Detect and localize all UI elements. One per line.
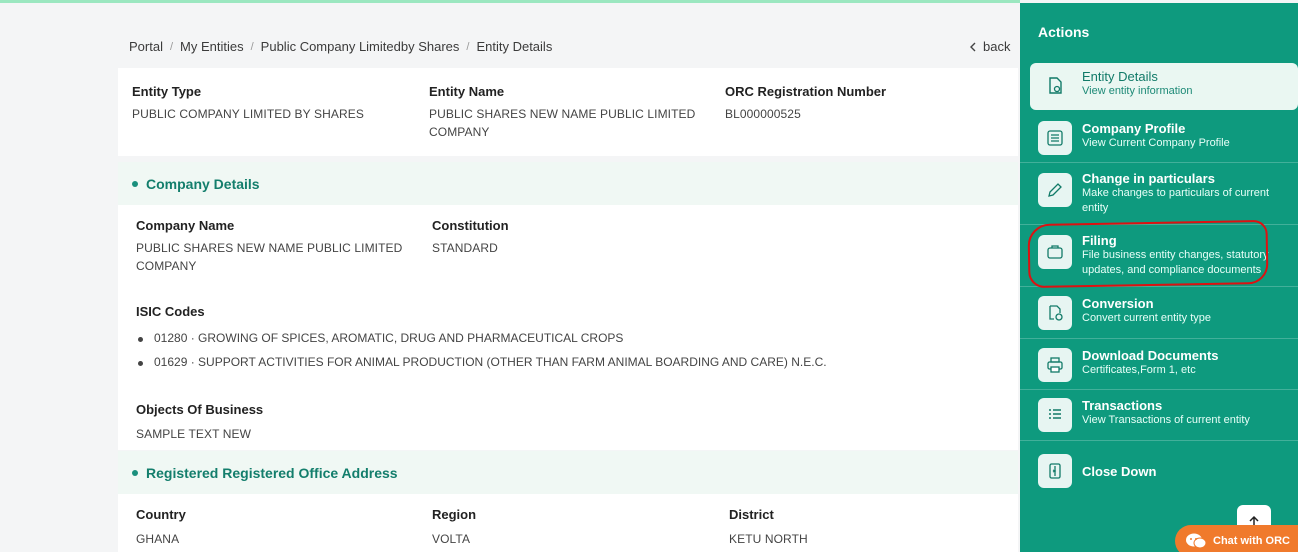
top-accent-line xyxy=(0,0,1020,3)
office-address-header: Registered Registered Office Address xyxy=(118,451,1018,494)
breadcrumb: Portal / My Entities / Public Company Li… xyxy=(129,39,553,54)
action-title: Close Down xyxy=(1082,463,1157,479)
isic-code-list: 01280 · GROWING OF SPICES, AROMATIC, DRU… xyxy=(136,331,996,369)
action-transactions[interactable]: Transactions View Transactions of curren… xyxy=(1020,390,1298,441)
action-description: View Current Company Profile xyxy=(1082,137,1230,149)
actions-heading: Actions xyxy=(1038,24,1090,40)
action-description: Make changes to particulars of current e… xyxy=(1082,187,1270,214)
breadcrumb-current: Entity Details xyxy=(476,39,553,54)
entity-name-value: PUBLIC SHARES NEW NAME PUBLIC LIMITED CO… xyxy=(429,107,696,139)
breadcrumb-my-entities[interactable]: My Entities xyxy=(180,39,244,54)
action-title: Company Profile xyxy=(1082,121,1186,136)
constitution-value: STANDARD xyxy=(432,241,498,255)
chat-with-orc-button[interactable]: Chat with ORC xyxy=(1175,525,1298,552)
bullet-icon xyxy=(132,469,138,476)
company-details-title: Company Details xyxy=(146,175,260,192)
breadcrumb-entity-category[interactable]: Public Company Limitedby Shares xyxy=(261,39,460,54)
action-change-in-particulars[interactable]: Change in particulars Make changes to pa… xyxy=(1020,163,1298,225)
convert-icon xyxy=(1038,296,1072,330)
company-name-label: Company Name xyxy=(136,218,235,233)
action-title: Entity Details xyxy=(1082,69,1158,84)
orc-number-value: BL000000525 xyxy=(725,107,801,121)
isic-code-item: 01629 · SUPPORT ACTIVITIES FOR ANIMAL PR… xyxy=(136,355,996,369)
country-value: GHANA xyxy=(136,532,180,546)
entity-name-label: Entity Name xyxy=(429,84,505,99)
action-download-documents[interactable]: Download Documents Certificates,Form 1, … xyxy=(1020,339,1298,390)
region-value: VOLTA xyxy=(432,532,471,546)
close-down-icon xyxy=(1038,454,1072,488)
isic-code-item: 01280 · GROWING OF SPICES, AROMATIC, DRU… xyxy=(136,331,996,345)
action-title: Download Documents xyxy=(1082,348,1219,363)
chevron-left-icon xyxy=(970,42,976,51)
printer-icon xyxy=(1038,348,1072,382)
chat-label: Chat with ORC xyxy=(1213,535,1290,547)
bullet-icon xyxy=(132,180,138,187)
district-value: KETU NORTH xyxy=(729,532,808,546)
company-name-value: PUBLIC SHARES NEW NAME PUBLIC LIMITED CO… xyxy=(136,241,403,273)
transactions-icon xyxy=(1038,398,1072,432)
action-company-profile[interactable]: Company Profile View Current Company Pro… xyxy=(1020,111,1298,163)
district-label: District xyxy=(729,507,774,522)
list-icon xyxy=(1038,121,1072,155)
isic-codes-label: ISIC Codes xyxy=(136,304,205,319)
back-link[interactable]: back xyxy=(969,39,1010,54)
objects-of-business-value: SAMPLE TEXT NEW xyxy=(136,427,252,441)
objects-of-business-label: Objects Of Business xyxy=(136,402,264,417)
action-title: Conversion xyxy=(1082,296,1154,311)
action-conversion[interactable]: Conversion Convert current entity type xyxy=(1020,287,1298,339)
action-close-down[interactable]: Close Down xyxy=(1020,441,1298,493)
constitution-label: Constitution xyxy=(432,218,509,233)
document-view-icon xyxy=(1038,69,1072,103)
action-description: Certificates,Form 1, etc xyxy=(1082,364,1196,376)
entity-type-label: Entity Type xyxy=(132,84,202,99)
filing-highlight-annotation xyxy=(1027,219,1269,289)
entity-summary-panel: Entity Type PUBLIC COMPANY LIMITED BY SH… xyxy=(118,68,1018,156)
office-address-title: Registered Registered Office Address xyxy=(146,464,398,481)
country-label: Country xyxy=(136,507,186,522)
chat-bubble-icon xyxy=(1186,533,1207,549)
orc-number-label: ORC Registration Number xyxy=(725,84,887,99)
action-entity-details[interactable]: Entity Details View entity information xyxy=(1030,63,1298,110)
entity-type-value: PUBLIC COMPANY LIMITED BY SHARES xyxy=(132,107,364,121)
back-label: back xyxy=(983,39,1011,54)
action-title: Transactions xyxy=(1082,398,1163,413)
company-details-header: Company Details xyxy=(118,162,1018,205)
breadcrumb-portal[interactable]: Portal xyxy=(129,39,163,54)
region-label: Region xyxy=(432,507,477,522)
company-details-panel: Company Name PUBLIC SHARES NEW NAME PUBL… xyxy=(118,205,1018,450)
pencil-icon xyxy=(1038,173,1072,207)
action-description: Convert current entity type xyxy=(1082,312,1212,324)
office-address-panel: Country GHANA Region VOLTA District KETU… xyxy=(118,494,1018,552)
action-title: Change in particulars xyxy=(1082,171,1215,186)
action-description: View Transactions of current entity xyxy=(1082,414,1250,426)
action-description: View entity information xyxy=(1082,85,1193,97)
